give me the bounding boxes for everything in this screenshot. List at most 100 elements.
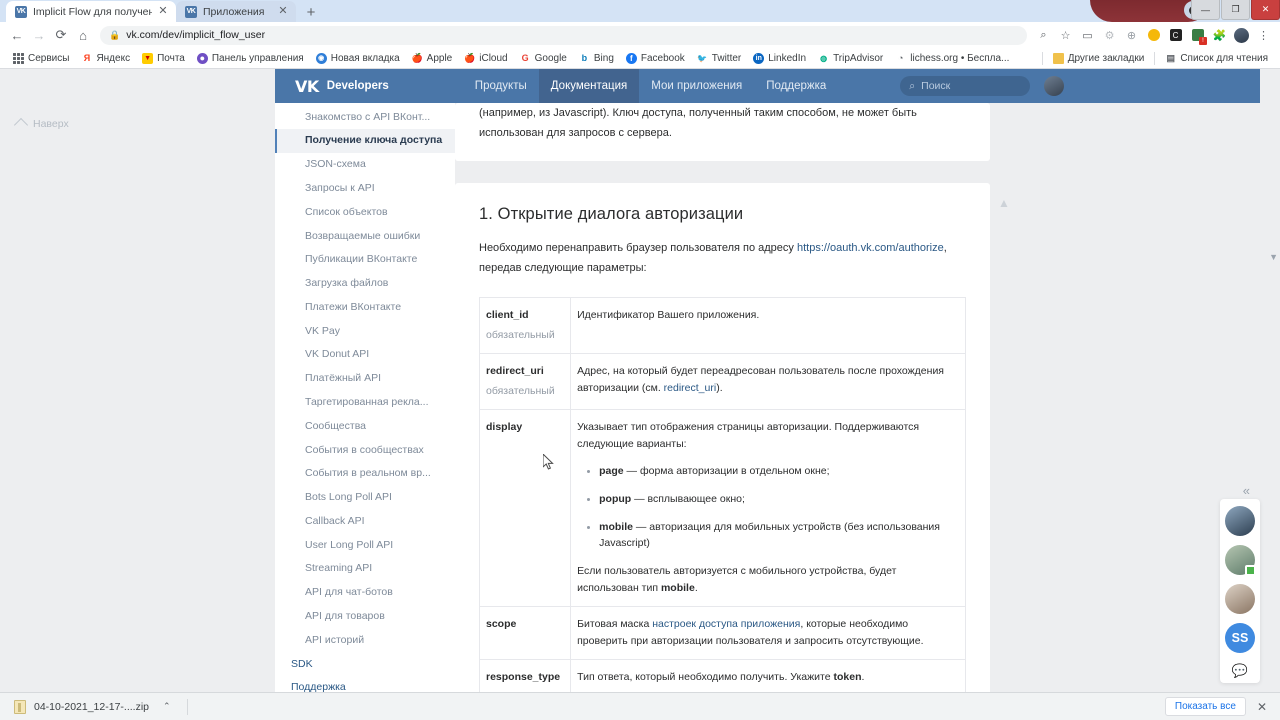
sidebar-item-realtime-events[interactable]: События в реальном вр... (275, 462, 455, 486)
sidebar-item-community-events[interactable]: События в сообществах (275, 438, 455, 462)
browser-tab-1[interactable]: VK Implicit Flow для получения клю ✕ (6, 1, 176, 22)
sidebar-item-vk-donut-api[interactable]: VK Donut API (275, 343, 455, 367)
param-name-cell: scope (479, 606, 572, 660)
nav-support[interactable]: Поддержка (754, 69, 838, 103)
browser-tab-2[interactable]: VK Приложения ✕ (176, 1, 296, 22)
oauth-authorize-link[interactable]: https://oauth.vk.com/authorize (797, 242, 944, 254)
bookmark-linkedin[interactable]: in LinkedIn (747, 50, 812, 67)
back-icon[interactable]: ← (6, 24, 28, 46)
other-bookmarks-button[interactable]: Другие закладки (1047, 50, 1151, 67)
contact-avatar-3[interactable] (1225, 584, 1255, 614)
chat-bubble-icon[interactable]: 💬 (1232, 663, 1248, 679)
bookmark-newtab[interactable]: ◉ Новая вкладка (310, 50, 406, 67)
list-item: mobile — авторизация для мобильных устро… (599, 519, 955, 553)
search-placeholder: Поиск (921, 80, 951, 92)
reading-list-button[interactable]: ▤ Список для чтения (1159, 50, 1274, 67)
bookmark-icloud[interactable]: 🍎 iCloud (458, 50, 513, 67)
sidebar-item-callback-api[interactable]: Callback API (275, 509, 455, 533)
sidebar-item-payment-api[interactable]: Платёжный API (275, 367, 455, 391)
vk-brand-label: Developers (326, 80, 389, 92)
sidebar-item-chatbot-api[interactable]: API для чат-ботов (275, 581, 455, 605)
nav-documentation[interactable]: Документация (538, 69, 640, 103)
sidebar-item-object-list[interactable]: Список объектов (275, 200, 455, 224)
home-icon[interactable]: ⌂ (72, 24, 94, 46)
sidebar-item-bots-long-poll[interactable]: Bots Long Poll API (275, 486, 455, 510)
sidebar-item-streaming-api[interactable]: Streaming API (275, 557, 455, 581)
extension-badge: ! (1199, 36, 1207, 45)
bookmark-apps[interactable]: Сервисы (7, 50, 75, 67)
kebab-menu-icon[interactable]: ⋮ (1253, 25, 1274, 46)
sidebar-item-publications[interactable]: Публикации ВКонтакте (275, 248, 455, 272)
bookmark-lichess[interactable]: ◔ lichess.org • Беспла... (889, 50, 1015, 67)
new-tab-button[interactable]: + (299, 2, 323, 22)
scroll-up-icon[interactable]: ▲ (998, 196, 1010, 210)
sidebar-item-stories-api[interactable]: API историй (275, 628, 455, 652)
nav-my-apps[interactable]: Мои приложения (639, 69, 754, 103)
reload-icon[interactable]: ⟳ (50, 24, 72, 46)
option-text: — всплывающее окно; (631, 492, 745, 505)
bookmark-label: Яндекс (96, 52, 131, 64)
close-icon[interactable]: ✕ (156, 5, 170, 19)
show-all-downloads-button[interactable]: Показать все (1164, 697, 1246, 716)
globe-icon[interactable]: ⊕ (1121, 25, 1142, 46)
bookmark-facebook[interactable]: f Facebook (620, 50, 691, 67)
zoom-icon[interactable]: ⌕ (1033, 25, 1054, 46)
user-avatar[interactable] (1044, 76, 1065, 96)
caret-down-icon[interactable]: ▼ (1269, 252, 1278, 262)
extension-gear-icon[interactable]: ⚙ (1099, 25, 1120, 46)
sidebar-item-errors[interactable]: Возвращаемые ошибки (275, 224, 455, 248)
bookmark-star-icon[interactable]: ☆ (1055, 25, 1076, 46)
back-to-top-button[interactable]: Наверх (13, 117, 69, 133)
control-panel-icon: ● (196, 52, 208, 64)
chevron-up-icon[interactable]: ⌃ (163, 701, 171, 712)
close-icon[interactable]: ✕ (276, 5, 290, 19)
bookmark-control-panel[interactable]: ● Панель управления (191, 50, 310, 67)
sidebar-item-vk-pay[interactable]: VK Pay (275, 319, 455, 343)
contact-avatar-1[interactable] (1225, 506, 1255, 536)
sidebar-item-user-long-poll[interactable]: User Long Poll API (275, 533, 455, 557)
download-item[interactable]: 04-10-2021_12-17-....zip ⌃ (8, 696, 177, 718)
scope-settings-link[interactable]: настроек доступа приложения (652, 618, 800, 630)
sidebar-item-access-token[interactable]: Получение ключа доступа (275, 128, 455, 153)
chevron-double-left-icon[interactable]: « (1243, 483, 1250, 498)
puzzle-icon[interactable]: 🧩 (1209, 25, 1230, 46)
bookmark-label: iCloud (479, 52, 508, 64)
sidebar-item-sdk[interactable]: SDK (275, 652, 455, 676)
sidebar-item-file-upload[interactable]: Загрузка файлов (275, 271, 455, 295)
sidebar-item-json-schema[interactable]: JSON-схема (275, 153, 455, 177)
forward-icon[interactable]: → (28, 24, 50, 46)
minimize-button[interactable]: — (1191, 0, 1220, 20)
option-text: — форма авторизации в отдельном окне; (623, 465, 830, 478)
bookmark-apple[interactable]: 🍎 Apple (406, 50, 459, 67)
profile-avatar[interactable] (1231, 25, 1252, 46)
sidebar-item-intro-api[interactable]: Знакомство с API ВКонт... (275, 105, 455, 129)
search-icon: ⌕ (909, 79, 916, 92)
c-extension-icon[interactable]: C (1165, 25, 1186, 46)
nav-products[interactable]: Продукты (463, 69, 539, 103)
sidebar-item-products-api[interactable]: API для товаров (275, 604, 455, 628)
sidebar-item-api-requests[interactable]: Запросы к API (275, 176, 455, 200)
window-close-button[interactable]: ✕ (1251, 0, 1280, 20)
close-icon[interactable]: ✕ (1252, 700, 1272, 714)
redirect-uri-link[interactable]: redirect_uri (664, 382, 717, 394)
bookmark-tripadvisor[interactable]: ◍ TripAdvisor (812, 50, 889, 67)
orange-circle-icon[interactable] (1143, 25, 1164, 46)
cast-icon[interactable]: ▭ (1077, 25, 1098, 46)
apps-grid-icon (13, 52, 24, 64)
maximize-button[interactable]: ❐ (1221, 0, 1250, 20)
vk-logo-group[interactable]: VK Developers (295, 77, 389, 96)
sidebar-item-targeted-ads[interactable]: Таргетированная рекла... (275, 390, 455, 414)
search-input[interactable]: ⌕ Поиск (900, 76, 1031, 96)
red-extension-icon[interactable]: ! (1187, 25, 1208, 46)
bookmark-google[interactable]: G Google (514, 50, 573, 67)
address-bar[interactable]: 🔒 vk.com/dev/implicit_flow_user (100, 25, 1027, 45)
param-name-cell: redirect_uri обязательный (479, 353, 572, 410)
sidebar-item-communities[interactable]: Сообщества (275, 414, 455, 438)
bookmark-mail[interactable]: ▼ Почта (136, 50, 191, 67)
bookmark-yandex[interactable]: Я Яндекс (75, 50, 136, 67)
contact-avatar-2[interactable] (1225, 545, 1256, 576)
sidebar-item-payments[interactable]: Платежи ВКонтакте (275, 295, 455, 319)
contact-avatar-4[interactable]: SS (1225, 623, 1255, 653)
bookmark-bing[interactable]: b Bing (573, 50, 620, 67)
bookmark-twitter[interactable]: 🐦 Twitter (691, 50, 747, 67)
